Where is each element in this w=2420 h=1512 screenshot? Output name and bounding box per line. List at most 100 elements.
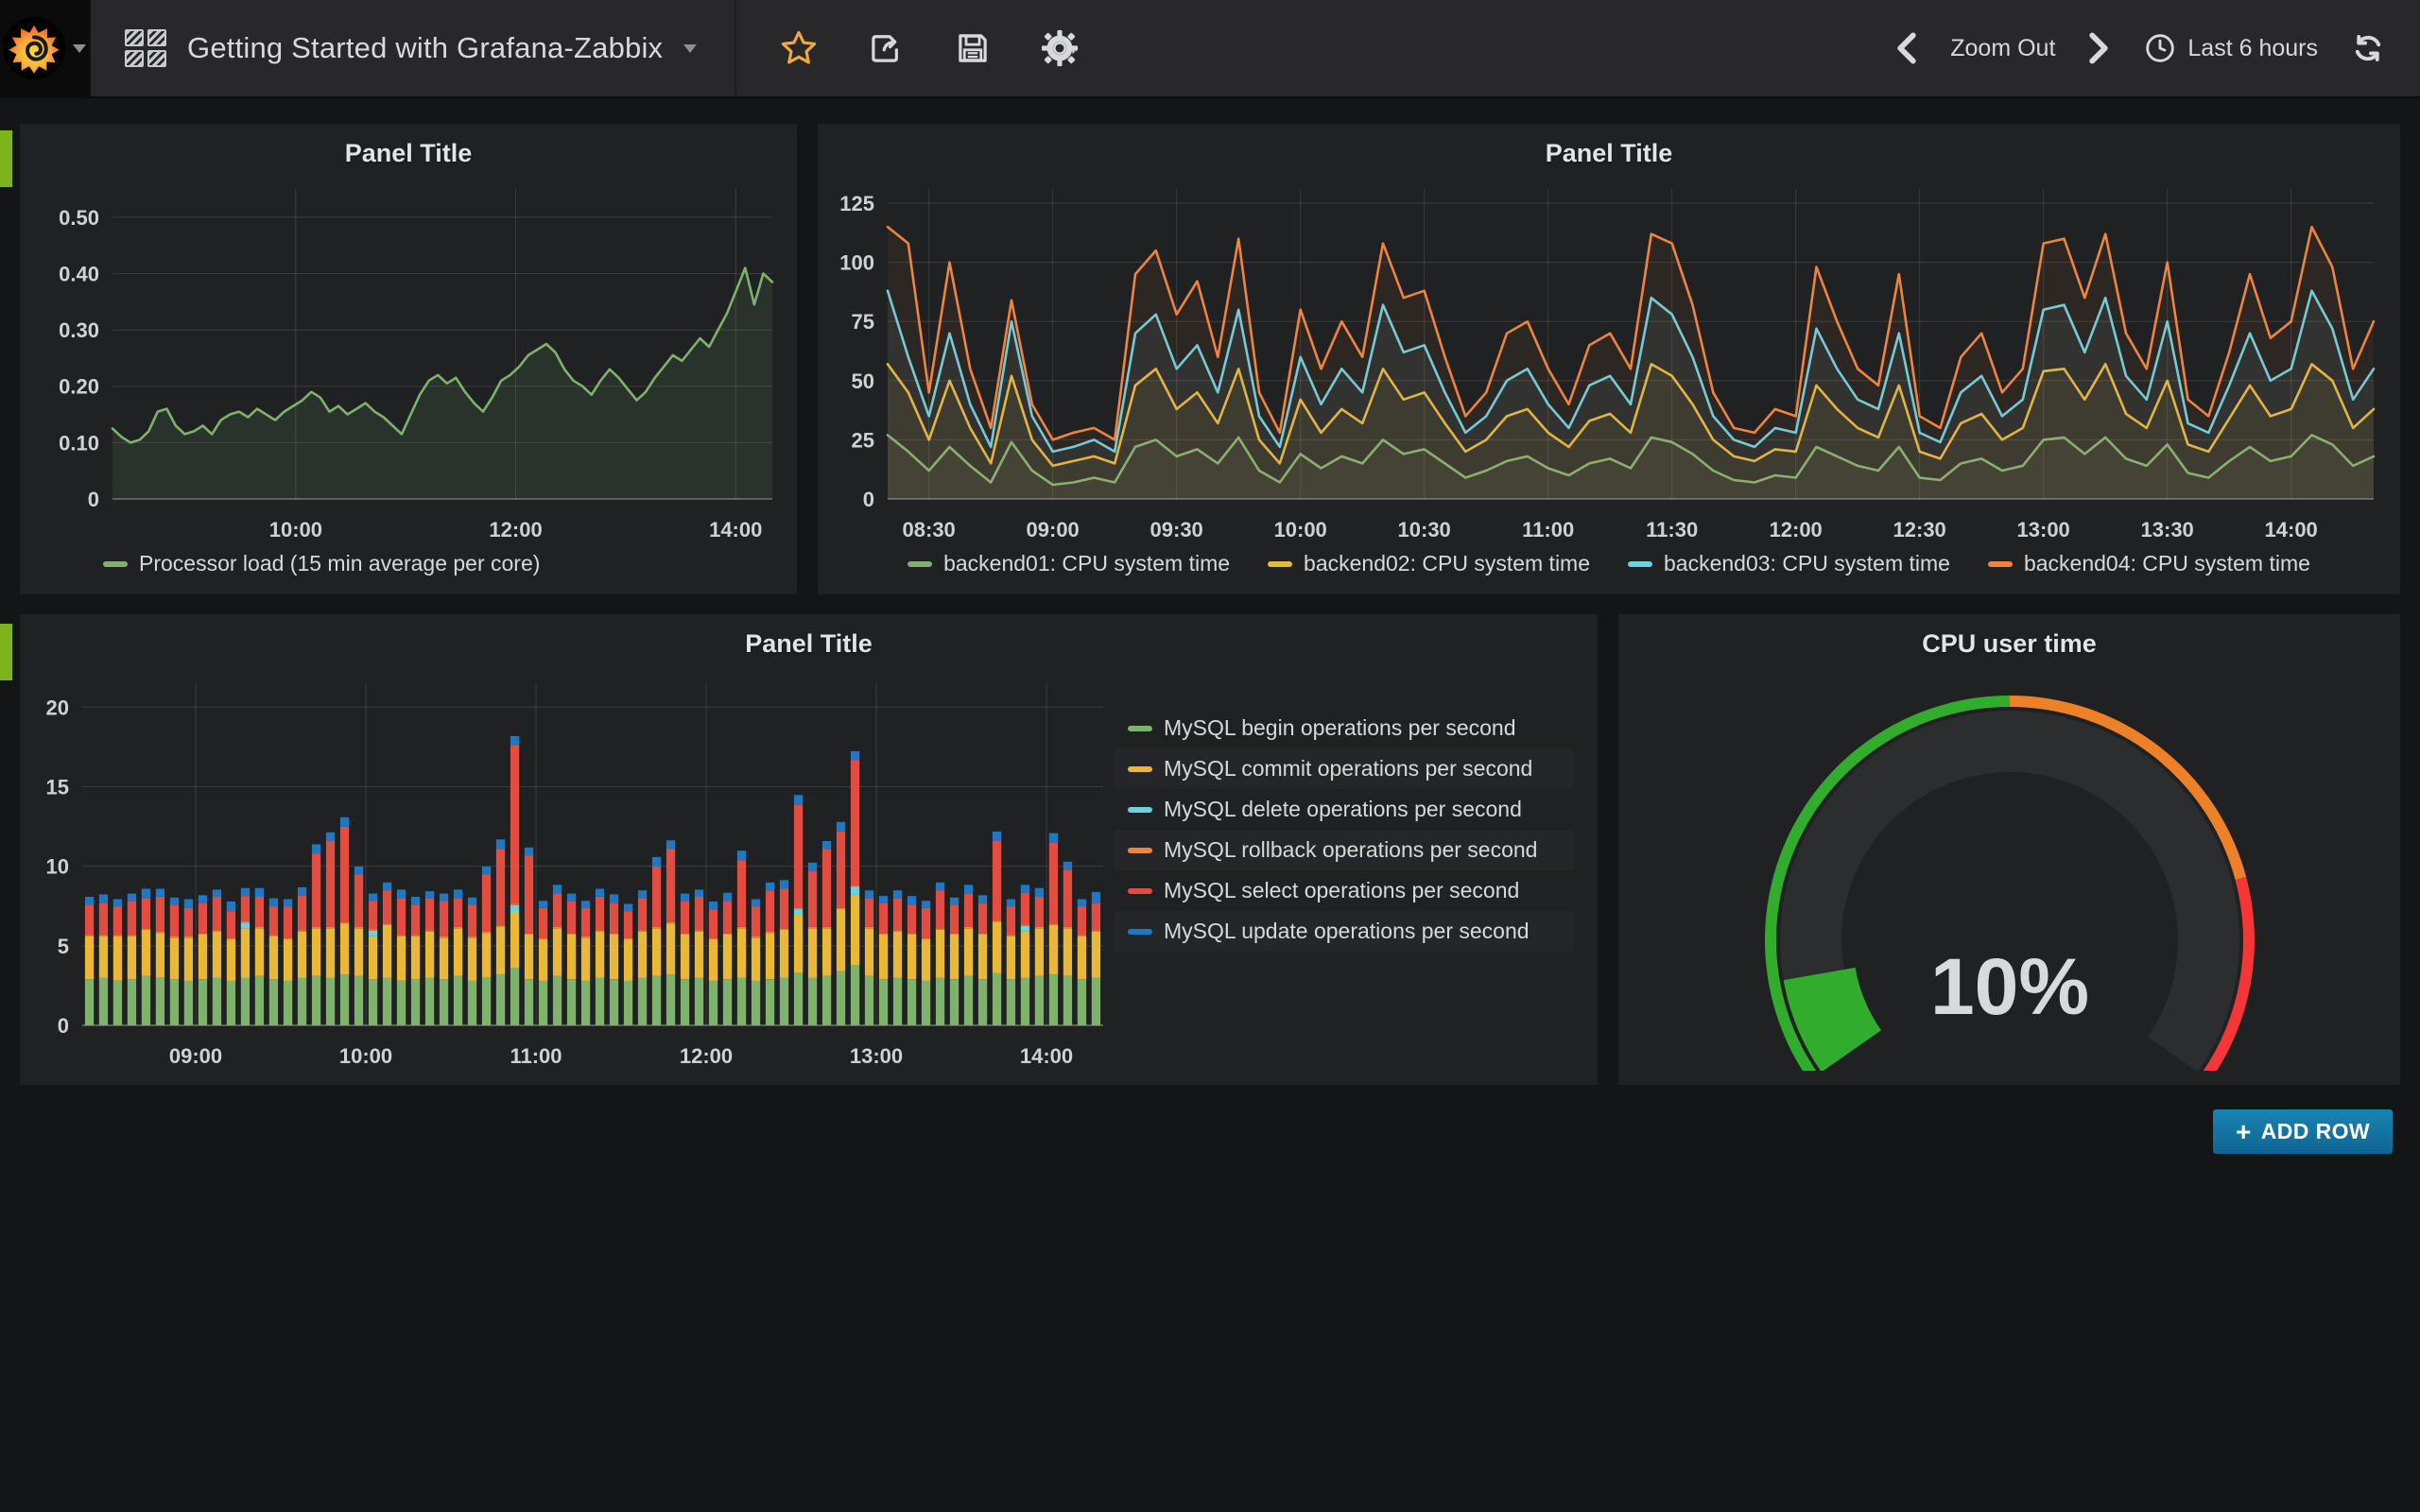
y-tick-label: 0.10 — [59, 431, 99, 455]
bar-segment — [312, 854, 320, 928]
clock-icon — [2144, 32, 2176, 64]
time-forward-button[interactable] — [2078, 18, 2119, 78]
bar-segment — [893, 899, 902, 931]
star-button[interactable] — [769, 18, 829, 78]
bar-segment — [199, 895, 207, 902]
bar-segment — [950, 934, 959, 935]
bar-segment — [298, 932, 306, 978]
bar-segment — [624, 938, 632, 939]
bar-segment — [780, 978, 788, 1026]
bar-segment — [510, 736, 519, 745]
panel-title[interactable]: CPU user time — [1618, 614, 2400, 664]
dashboard-title-dropdown[interactable]: Getting Started with Grafana-Zabbix — [91, 0, 736, 96]
legend-item[interactable]: MySQL delete operations per second — [1115, 789, 1574, 830]
bar-segment — [85, 904, 94, 935]
stacked-bar-chart[interactable]: 0510152009:0010:0011:0012:0013:0014:00 — [27, 664, 1115, 1071]
legend-color-dash — [908, 561, 932, 567]
x-tick-label: 13:30 — [2141, 518, 2194, 541]
legend-item[interactable]: backend02: CPU system time — [1268, 551, 1590, 576]
refresh-button[interactable] — [2342, 18, 2394, 78]
bar-segment — [383, 883, 391, 890]
bar-segment — [383, 924, 391, 925]
bar-segment — [454, 899, 462, 927]
y-tick-label: 0 — [58, 1014, 69, 1038]
bar-segment — [978, 934, 987, 935]
panel-title[interactable]: Panel Title — [818, 124, 2400, 174]
bar-segment — [581, 936, 590, 937]
x-tick-label: 12:00 — [1770, 518, 1823, 541]
bar-segment — [596, 889, 604, 897]
legend-item[interactable]: MySQL begin operations per second — [1115, 708, 1574, 748]
bar-segment — [510, 745, 519, 903]
bar-segment — [808, 927, 817, 928]
legend-item[interactable]: MySQL rollback operations per second — [1115, 830, 1574, 870]
bar-segment — [496, 974, 505, 1025]
line-chart[interactable]: 00.100.200.300.400.5010:0012:0014:00 — [29, 174, 786, 544]
bar-segment — [1007, 936, 1015, 979]
share-icon — [866, 28, 906, 68]
bar-segment — [1049, 974, 1058, 1025]
time-back-button[interactable] — [1886, 18, 1927, 78]
y-tick-label: 0 — [863, 488, 874, 511]
legend-label: MySQL delete operations per second — [1164, 797, 1522, 822]
legend-color-dash — [1268, 561, 1292, 567]
bar-segment — [794, 795, 803, 804]
legend-item[interactable]: Processor load (15 min average per core) — [103, 551, 540, 576]
bar-segment — [213, 932, 221, 978]
bar-segment — [1035, 927, 1044, 928]
bar-segment — [539, 939, 547, 981]
settings-button[interactable] — [1029, 18, 1090, 78]
panel-title[interactable]: Panel Title — [20, 614, 1598, 664]
share-button[interactable] — [856, 18, 916, 78]
bar-segment — [312, 927, 320, 928]
legend-item[interactable]: backend04: CPU system time — [1988, 551, 2310, 576]
add-row-button[interactable]: + ADD ROW — [2213, 1109, 2393, 1154]
bar-segment — [908, 934, 916, 935]
bar-segment — [978, 979, 987, 1025]
bar-segment — [383, 978, 391, 1026]
save-button[interactable] — [942, 18, 1003, 78]
legend-color-dash — [1128, 766, 1152, 772]
time-range-picker[interactable]: Last 6 hours — [2129, 23, 2333, 74]
bar-segment — [525, 855, 533, 934]
panel-title[interactable]: Panel Title — [20, 124, 797, 174]
bar-segment — [142, 976, 150, 1025]
bar-segment — [227, 939, 235, 981]
bar-segment — [425, 978, 434, 1026]
bar-segment — [908, 904, 916, 933]
grafana-menu-button[interactable] — [0, 0, 91, 96]
bar-segment — [326, 928, 335, 977]
legend-item[interactable]: MySQL commit operations per second — [1115, 748, 1574, 789]
bar-segment — [213, 930, 221, 931]
bar-segment — [567, 934, 576, 935]
bar-segment — [978, 895, 987, 902]
bar-segment — [752, 906, 760, 936]
legend-item[interactable]: backend01: CPU system time — [908, 551, 1230, 576]
bar-segment — [723, 893, 732, 902]
bar-segment — [1092, 930, 1100, 931]
legend-item[interactable]: MySQL select operations per second — [1115, 870, 1574, 911]
bar-segment — [766, 933, 774, 979]
add-row-label: ADD ROW — [2261, 1119, 2370, 1144]
legend-label: backend02: CPU system time — [1304, 551, 1590, 576]
chevron-down-icon — [73, 44, 86, 53]
bar-segment — [936, 890, 944, 928]
bar-segment — [1049, 833, 1058, 843]
bar-segment — [156, 932, 164, 933]
line-chart[interactable]: 025507510012508:3009:0009:3010:0010:3011… — [827, 174, 2389, 544]
row-handle[interactable] — [0, 624, 12, 680]
legend-item[interactable]: backend03: CPU system time — [1628, 551, 1950, 576]
bar-segment — [1063, 927, 1072, 928]
bar-segment — [383, 925, 391, 978]
row-handle[interactable] — [0, 130, 12, 187]
bar-segment — [709, 939, 717, 981]
x-tick-label: 09:30 — [1150, 518, 1203, 541]
bar-segment — [227, 911, 235, 938]
bar-segment — [425, 891, 434, 899]
bar-segment — [851, 895, 859, 965]
bar-segment — [681, 894, 689, 902]
zoom-out-button[interactable]: Zoom Out — [1937, 26, 2068, 72]
y-tick-label: 0.40 — [59, 262, 99, 285]
legend-item[interactable]: MySQL update operations per second — [1115, 911, 1574, 952]
bar-segment — [681, 902, 689, 934]
